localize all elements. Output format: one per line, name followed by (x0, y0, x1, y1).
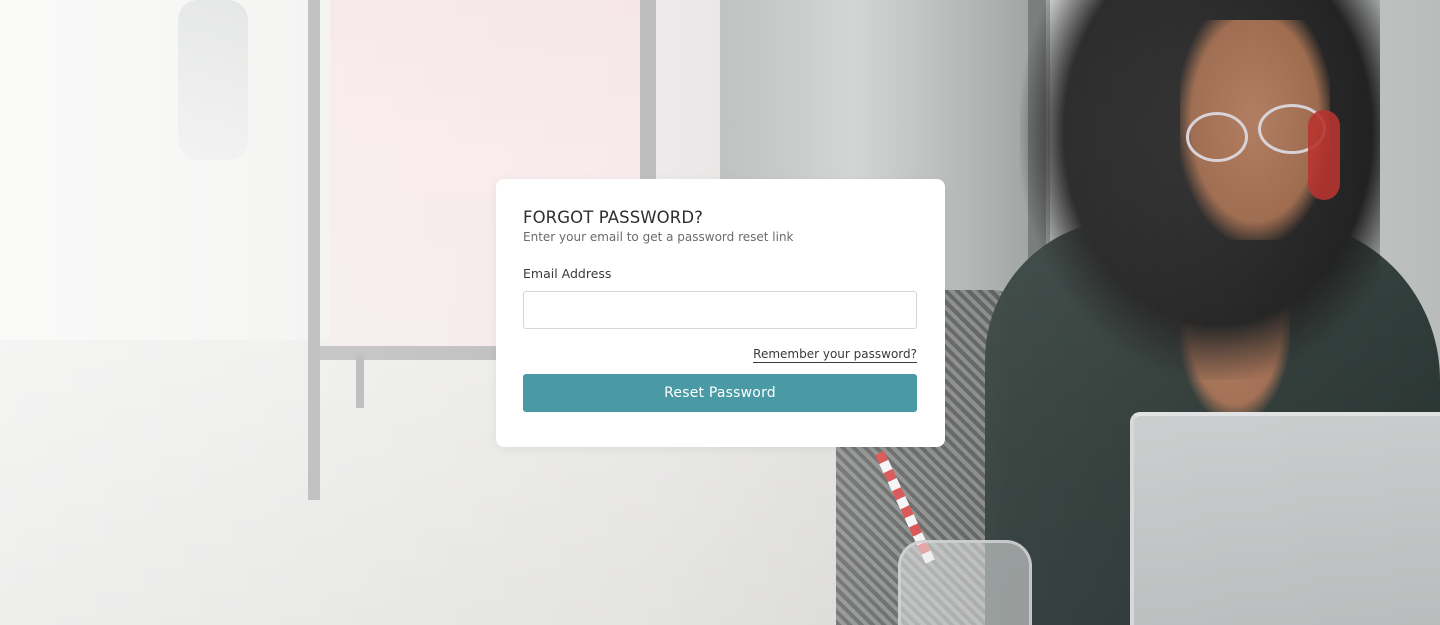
page-title: FORGOT PASSWORD? (523, 208, 703, 227)
remember-password-link[interactable]: Remember your password? (753, 347, 917, 363)
forgot-password-card: FORGOT PASSWORD? Enter your email to get… (496, 179, 945, 447)
reset-password-button[interactable]: Reset Password (523, 374, 917, 412)
remember-row: Remember your password? (523, 343, 917, 363)
email-field[interactable] (523, 291, 917, 329)
page-subtitle: Enter your email to get a password reset… (523, 230, 794, 244)
page-background: FORGOT PASSWORD? Enter your email to get… (0, 0, 1440, 625)
email-label: Email Address (523, 266, 612, 281)
